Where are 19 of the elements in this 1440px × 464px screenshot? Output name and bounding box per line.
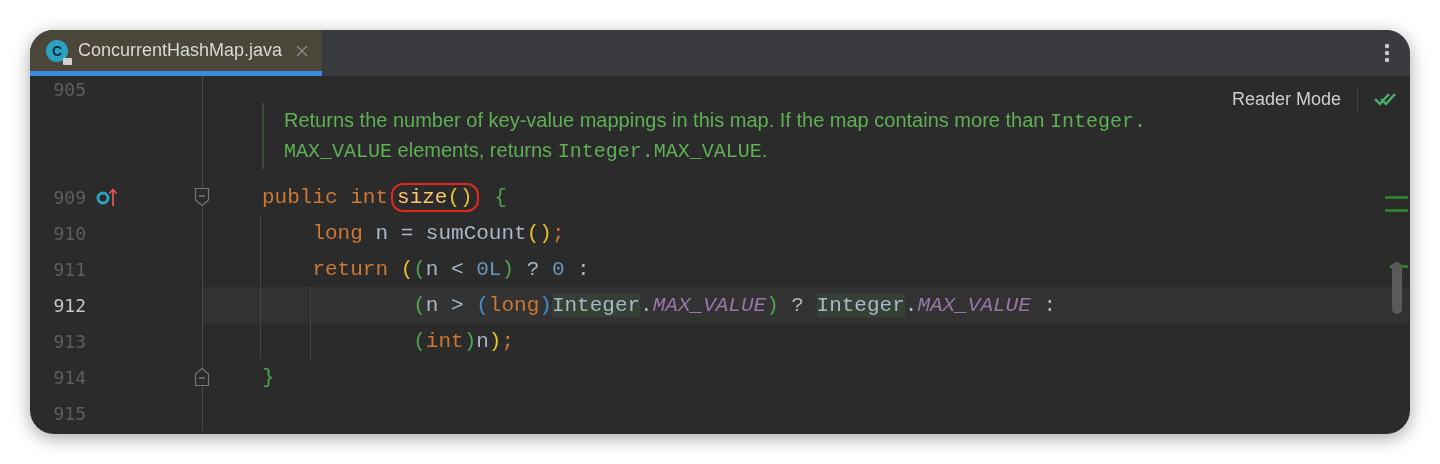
scrollbar-thumb[interactable]	[1392, 262, 1402, 314]
file-tab[interactable]: C ConcurrentHashMap.java	[30, 30, 322, 76]
more-icon[interactable]	[1384, 43, 1390, 63]
line-number: 912	[52, 294, 86, 316]
code-line: return ((n < 0L) ? 0 :	[311, 257, 590, 281]
code-line: (n > (long)Integer.MAX_VALUE) ? Integer.MAX_VALUE :	[412, 293, 1057, 317]
double-check-icon[interactable]	[1374, 91, 1396, 107]
close-icon[interactable]	[296, 44, 309, 57]
scroll-marker	[1385, 209, 1408, 212]
code-line: long n = sumCount();	[311, 221, 565, 245]
fold-icon[interactable]	[194, 187, 210, 207]
fold-icon[interactable]	[194, 367, 210, 387]
code-line: }	[262, 365, 275, 389]
reader-mode-link[interactable]: Reader Mode	[1231, 88, 1341, 110]
scroll-marker	[1385, 196, 1408, 199]
code-line: (int)n);	[412, 329, 515, 353]
override-marker-icon[interactable]	[96, 186, 118, 208]
code-line: public int size() {	[262, 185, 507, 209]
doc-comment: Returns the number of key-value mappings in this map. If the map contains more than Integer. MAX_VALUE elements, returns Integer.MAX_VALUE.	[262, 103, 1146, 169]
